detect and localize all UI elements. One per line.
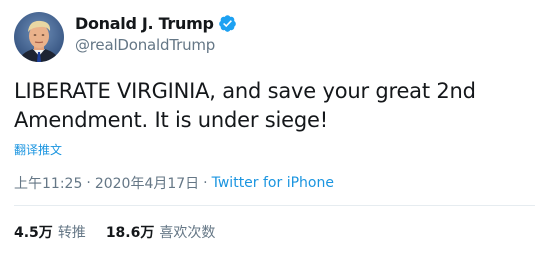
retweets-count: 4.5万: [14, 225, 53, 241]
retweets-label: 转推: [57, 225, 86, 241]
tweet-card: Donald J. Trump @realDonaldTrump LIBERAT…: [0, 0, 535, 256]
meta-separator: ·: [203, 175, 208, 191]
tweet-date[interactable]: 2020年4月17日: [95, 173, 199, 193]
meta-separator: ·: [86, 175, 91, 191]
author-handle[interactable]: @realDonaldTrump: [75, 36, 215, 54]
tweet-source-link[interactable]: Twitter for iPhone: [212, 175, 334, 191]
likes-label: 喜欢次数: [159, 225, 216, 241]
tweet-text: LIBERATE VIRGINIA, and save your great 2…: [14, 79, 476, 132]
tweet-stats: 4.5万 转推 18.6万 喜欢次数: [14, 222, 215, 242]
verified-badge-icon: [218, 14, 237, 33]
author-name-row: Donald J. Trump: [75, 12, 237, 34]
translate-tweet-link[interactable]: 翻译推文: [14, 141, 62, 158]
tweet-time[interactable]: 上午11:25: [14, 173, 82, 193]
likes-stat[interactable]: 18.6万 喜欢次数: [106, 222, 216, 242]
author-display-name[interactable]: Donald J. Trump: [75, 14, 214, 33]
likes-count: 18.6万: [105, 225, 155, 241]
divider: [14, 205, 535, 206]
avatar[interactable]: [14, 12, 64, 62]
tweet-meta: 上午11:25 · 2020年4月17日 · Twitter for iPhon…: [14, 173, 334, 193]
retweets-stat[interactable]: 4.5万 转推: [14, 222, 86, 242]
profile-photo-icon: [14, 12, 64, 62]
